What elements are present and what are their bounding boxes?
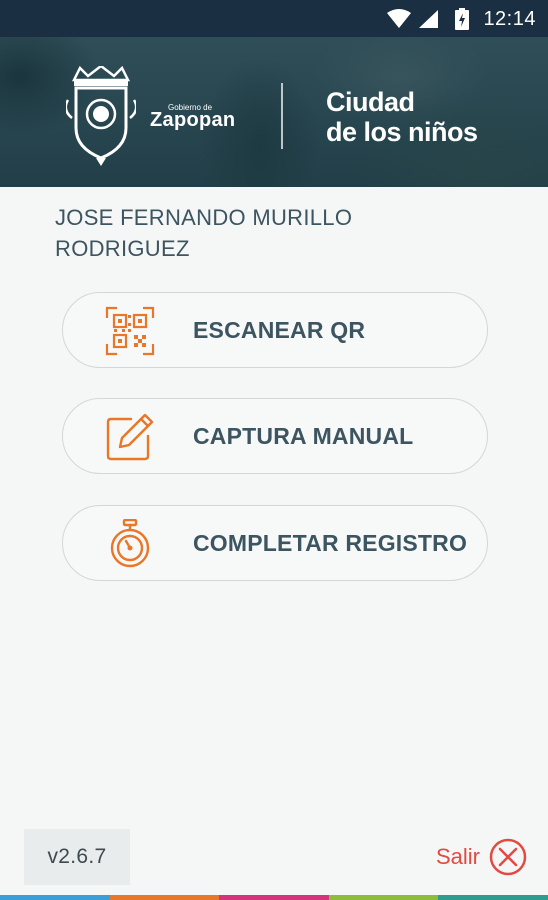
logo-title: Zapopan: [150, 109, 236, 131]
campaign-title-line2: de los niños: [326, 117, 478, 147]
cell-signal-icon: [419, 10, 439, 28]
version-label: v2.6.7: [24, 829, 130, 885]
strip-segment-green: [328, 895, 439, 900]
logout-label: Salir: [435, 844, 480, 869]
edit-icon: [106, 413, 154, 461]
scan-qr-button[interactable]: ESCANEAR QR: [62, 292, 488, 368]
battery-charging-icon: [455, 8, 470, 30]
user-name: JOSE FERNANDO MURILLO RODRIGUEZ: [55, 205, 353, 261]
wifi-icon: [387, 9, 412, 28]
logout-button[interactable]: Salir: [436, 836, 528, 878]
status-icons: 12:14: [387, 7, 536, 31]
scan-qr-label: ESCANEAR QR: [193, 317, 366, 343]
manual-capture-button[interactable]: CAPTURA MANUAL: [62, 398, 488, 474]
header-banner: Gobierno de Zapopan Ciudad de los niños: [0, 37, 548, 187]
strip-segment-blue: [0, 895, 110, 900]
complete-registration-label: COMPLETAR REGISTRO: [193, 530, 468, 556]
strip-segment-pink: [219, 895, 329, 900]
color-strip: [0, 895, 548, 900]
status-time: 12:14: [483, 7, 536, 30]
complete-registration-button[interactable]: COMPLETAR REGISTRO: [62, 505, 488, 581]
close-circle-icon: [489, 838, 527, 876]
status-bar: 12:14: [0, 0, 548, 37]
manual-capture-label: CAPTURA MANUAL: [193, 423, 414, 449]
qr-code-icon: [105, 306, 155, 356]
strip-segment-orange: [109, 895, 220, 900]
strip-segment-teal: [438, 895, 548, 900]
header-divider: [281, 83, 283, 149]
zapopan-shield-logo: [66, 66, 136, 166]
campaign-title-line1: Ciudad: [326, 87, 415, 117]
stopwatch-icon: [110, 519, 150, 568]
